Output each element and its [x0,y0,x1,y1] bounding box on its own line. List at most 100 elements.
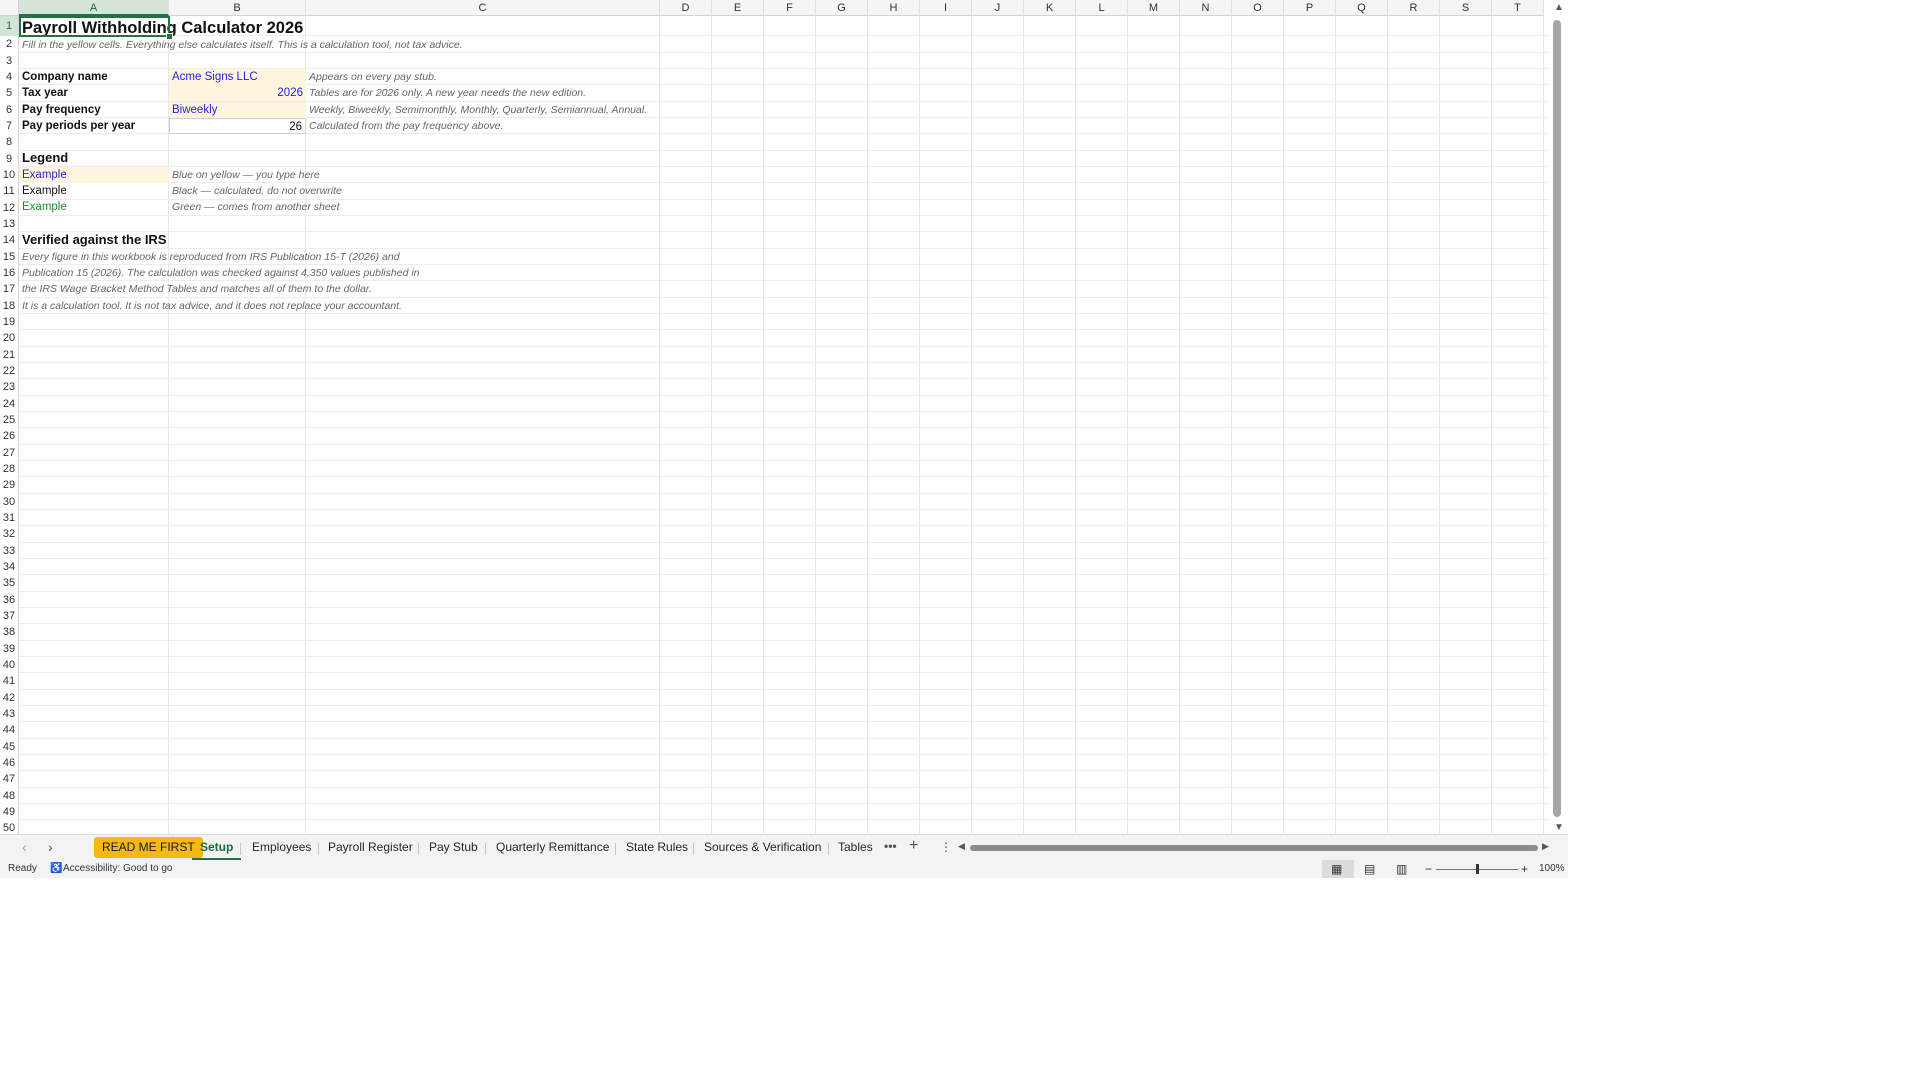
row-header-10[interactable]: 10 [0,166,19,184]
column-header-h[interactable]: H [868,0,920,16]
row-header-30[interactable]: 30 [0,493,19,510]
pay-periods-note[interactable]: Calculated from the pay frequency above. [306,118,660,134]
company-name-input[interactable]: Acme Signs LLC [169,69,306,85]
row-header-43[interactable]: 43 [0,705,19,723]
row-header-6[interactable]: 6 [0,101,19,118]
legend-calculated-example[interactable]: Example [19,183,169,199]
pay-frequency-input[interactable]: Biweekly [169,102,306,118]
row-header-45[interactable]: 45 [0,738,19,755]
pay-frequency-label[interactable]: Pay frequency [19,102,169,118]
row-header-15[interactable]: 15 [0,248,19,265]
scroll-up-arrow-icon[interactable]: ▲ [1554,2,1564,13]
tax-year-input[interactable]: 2026 [169,85,306,101]
legend-linked-note[interactable]: Green — comes from another sheet [169,199,469,215]
row-header-4[interactable]: 4 [0,68,19,86]
row-header-13[interactable]: 13 [0,215,19,233]
verified-line-2[interactable]: Publication 15 (2026). The calculation w… [19,265,659,281]
column-header-a[interactable]: A [19,0,169,16]
row-header-48[interactable]: 48 [0,787,19,804]
legend-input-note[interactable]: Blue on yellow — you type here [169,167,469,183]
row-header-5[interactable]: 5 [0,85,19,102]
row-header-25[interactable]: 25 [0,411,19,429]
row-header-1[interactable]: 1 [0,16,19,37]
row-header-44[interactable]: 44 [0,722,19,739]
column-header-d[interactable]: D [660,0,712,16]
row-header-20[interactable]: 20 [0,330,19,347]
tab-employees[interactable]: Employees [244,837,319,858]
hscroll-right-arrow-icon[interactable]: ▶ [1542,841,1549,852]
verified-line-1[interactable]: Every figure in this workbook is reprodu… [19,249,659,265]
tab-payroll-register[interactable]: Payroll Register [320,837,421,858]
column-header-o[interactable]: O [1232,0,1284,16]
legend-calculated-note[interactable]: Black — calculated, do not overwrite [169,183,469,199]
pay-frequency-note[interactable]: Weekly, Biweekly, Semimonthly, Monthly, … [306,102,660,118]
tab-setup[interactable]: Setup [192,837,242,860]
tab-quarterly-remittance[interactable]: Quarterly Remittance [488,837,617,858]
row-header-47[interactable]: 47 [0,771,19,788]
column-header-g[interactable]: G [816,0,868,16]
row-header-33[interactable]: 33 [0,542,19,559]
row-header-31[interactable]: 31 [0,509,19,527]
row-header-39[interactable]: 39 [0,640,19,657]
column-header-f[interactable]: F [764,0,816,16]
select-all-corner[interactable] [0,0,19,16]
page-break-view-icon[interactable]: ▥ [1396,860,1407,878]
row-header-28[interactable]: 28 [0,460,19,478]
column-header-s[interactable]: S [1440,0,1492,16]
horizontal-scroll-thumb[interactable] [970,845,1538,851]
spreadsheet-grid[interactable]: ABCDEFGHIJKLMNOPQRST 1 2 3 4 5 6 7 8 9 10 11 12 13 14… [0,0,1568,834]
company-name-note[interactable]: Appears on every pay stub. [306,69,660,85]
row-header-50[interactable]: 50 [0,820,19,834]
row-header-17[interactable]: 17 [0,281,19,298]
tab-pay-stub[interactable]: Pay Stub [421,837,486,858]
row-header-23[interactable]: 23 [0,379,19,396]
sheet-options-icon[interactable]: ⋮ [940,840,952,854]
row-header-42[interactable]: 42 [0,689,19,706]
vertical-scrollbar[interactable]: ▲ ▼ [1549,0,1568,834]
column-header-m[interactable]: M [1128,0,1180,16]
row-header-16[interactable]: 16 [0,264,19,282]
row-header-11[interactable]: 11 [0,183,19,200]
column-header-l[interactable]: L [1076,0,1128,16]
row-header-29[interactable]: 29 [0,477,19,494]
row-header-8[interactable]: 8 [0,134,19,151]
row-header-3[interactable]: 3 [0,52,19,69]
column-header-t[interactable]: T [1492,0,1544,16]
column-header-i[interactable]: I [920,0,972,16]
row-header-26[interactable]: 26 [0,428,19,445]
verified-line-4[interactable]: It is a calculation tool. It is not tax … [19,298,659,314]
zoom-level[interactable]: 100% [1539,860,1565,878]
row-header-36[interactable]: 36 [0,591,19,608]
legend-heading[interactable]: Legend [19,150,169,166]
tab-tables[interactable]: Tables [830,837,881,858]
row-header-18[interactable]: 18 [0,297,19,314]
legend-input-example[interactable]: Example [19,167,169,183]
row-header-12[interactable]: 12 [0,199,19,216]
row-header-22[interactable]: 22 [0,362,19,380]
row-header-9[interactable]: 9 [0,150,19,167]
hscroll-left-arrow-icon[interactable]: ◀ [958,841,965,852]
tax-year-note[interactable]: Tables are for 2026 only. A new year nee… [306,85,660,101]
fill-handle[interactable] [166,33,173,40]
zoom-out-icon[interactable]: − [1425,860,1432,878]
pay-periods-label[interactable]: Pay periods per year [19,118,169,134]
column-header-k[interactable]: K [1024,0,1076,16]
column-header-e[interactable]: E [712,0,764,16]
row-header-40[interactable]: 40 [0,656,19,674]
zoom-in-icon[interactable]: + [1521,860,1528,878]
row-header-46[interactable]: 46 [0,754,19,772]
scroll-down-arrow-icon[interactable]: ▼ [1554,822,1564,833]
accessibility-icon[interactable]: ♿ [50,860,62,878]
row-header-27[interactable]: 27 [0,444,19,461]
column-header-p[interactable]: P [1284,0,1336,16]
column-header-q[interactable]: Q [1336,0,1388,16]
row-header-14[interactable]: 14 [0,232,19,249]
vertical-scroll-thumb[interactable] [1553,20,1561,817]
row-header-2[interactable]: 2 [0,36,19,53]
column-header-c[interactable]: C [306,0,660,16]
add-sheet-icon[interactable]: + [909,837,918,855]
row-header-32[interactable]: 32 [0,526,19,543]
pay-periods-value[interactable]: 26 [169,118,306,134]
column-header-n[interactable]: N [1180,0,1232,16]
verified-heading[interactable]: Verified against the IRS [19,232,319,248]
